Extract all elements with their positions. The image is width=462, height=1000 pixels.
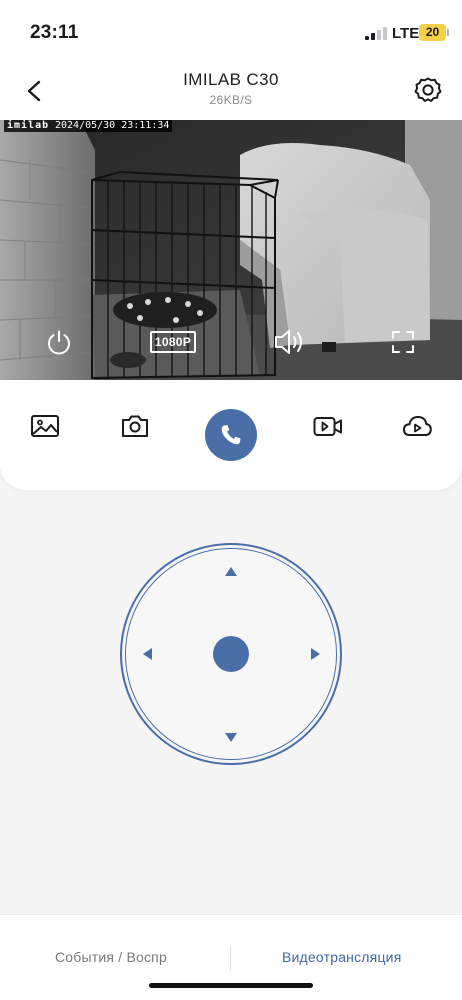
power-icon [48, 330, 70, 355]
speaker-icon [275, 330, 302, 354]
network-type: LTE [392, 25, 420, 42]
cloud-play-icon [403, 416, 432, 436]
app-header: IMILAB C30 26KB/S [0, 64, 462, 120]
tab-events-playback[interactable]: События / Воспр [55, 949, 167, 965]
ptz-left-button[interactable] [135, 642, 159, 666]
record-button[interactable] [312, 410, 344, 442]
tab-live-stream[interactable]: Видеотрансляция [282, 949, 401, 965]
action-bar [0, 380, 462, 490]
triangle-up-icon [225, 566, 237, 576]
sound-button[interactable] [272, 326, 308, 358]
back-button[interactable] [18, 74, 52, 108]
gear-icon [414, 77, 442, 102]
triangle-down-icon [225, 732, 237, 742]
status-time: 23:11 [30, 22, 79, 43]
home-indicator [149, 983, 313, 988]
two-way-call-button[interactable] [205, 409, 257, 461]
gallery-button[interactable] [29, 410, 61, 442]
fullscreen-button[interactable] [390, 329, 416, 355]
camera-video-feed[interactable]: imilab 2024/05/30 23:11:34 1080P [0, 120, 462, 380]
chevron-left-icon [27, 80, 41, 102]
settings-button[interactable] [410, 72, 446, 108]
watermark-timestamp: 2024/05/30 23:11:34 [52, 120, 173, 132]
watermark-logo: imilab [4, 120, 53, 132]
gallery-icon [31, 415, 59, 437]
cloud-storage-button[interactable] [401, 410, 433, 442]
ptz-down-button[interactable] [219, 725, 243, 749]
camera-icon [122, 415, 148, 437]
title-block: IMILAB C30 26KB/S [110, 70, 352, 107]
signal-strength-icon [365, 26, 387, 40]
device-title: IMILAB C30 [183, 70, 279, 89]
tab-divider [230, 945, 231, 971]
record-video-icon [313, 417, 342, 436]
ptz-center-button[interactable] [213, 636, 249, 672]
power-button[interactable] [44, 327, 74, 357]
battery-icon: 20 [419, 24, 446, 41]
bitrate-label: 26KB/S [209, 93, 253, 107]
status-bar: 23:11 LTE 20 [0, 0, 462, 64]
ptz-right-button[interactable] [303, 642, 327, 666]
resolution-toggle[interactable]: 1080P [150, 331, 196, 353]
triangle-left-icon [142, 648, 152, 660]
battery-nub [447, 29, 449, 36]
snapshot-button[interactable] [119, 410, 151, 442]
phone-icon [221, 425, 241, 445]
ptz-up-button[interactable] [219, 559, 243, 583]
triangle-right-icon [310, 648, 320, 660]
fullscreen-icon [392, 331, 414, 353]
